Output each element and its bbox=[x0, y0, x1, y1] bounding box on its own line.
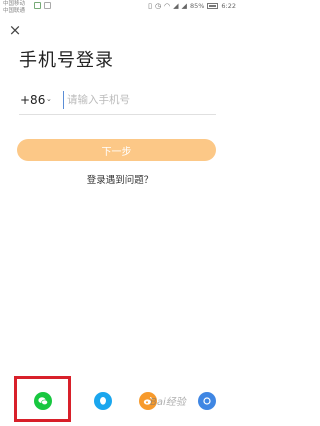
vibrate-icon: ▯ bbox=[148, 2, 152, 10]
page-title: 手机号登录 bbox=[19, 50, 114, 71]
clock: 6:22 bbox=[221, 2, 236, 10]
login-help-link[interactable]: 登录遇到问题？ bbox=[0, 172, 240, 186]
highlight-box bbox=[14, 376, 71, 422]
notification-icons bbox=[34, 2, 51, 9]
qq-login-button[interactable] bbox=[86, 384, 120, 418]
signal-icon-2: ◢ bbox=[181, 2, 187, 10]
phone-input-row: +86 ⌄ bbox=[19, 88, 217, 115]
more-login-button[interactable] bbox=[190, 384, 224, 418]
battery-percent: 85% bbox=[189, 2, 205, 10]
watermark: Bai经验 bbox=[150, 397, 186, 408]
battery-icon bbox=[207, 3, 219, 9]
carrier-2: 中国联通 bbox=[3, 8, 26, 14]
carrier-1: 中国移动 bbox=[3, 1, 26, 7]
chevron-down-icon[interactable]: ⌄ bbox=[46, 95, 52, 103]
phone-input[interactable] bbox=[63, 91, 217, 109]
status-bar: 中国移动 中国联通 ▯ ◷ ◠ ◢ ◢ 85% 6:22 bbox=[0, 0, 240, 16]
wechat-notification-icon bbox=[34, 2, 41, 9]
country-code-selector[interactable]: +86 bbox=[20, 93, 45, 107]
close-icon[interactable]: × bbox=[7, 22, 23, 38]
qq-icon bbox=[94, 392, 112, 410]
more-login-icon bbox=[198, 392, 216, 410]
signal-icon: ◢ bbox=[173, 2, 179, 10]
wifi-icon: ◠ bbox=[164, 2, 171, 10]
carrier-labels: 中国移动 中国联通 bbox=[3, 1, 25, 15]
alarm-icon: ◷ bbox=[154, 2, 162, 10]
status-indicators: ▯ ◷ ◠ ◢ ◢ 85% 6:22 bbox=[148, 2, 236, 10]
next-button[interactable]: 下一步 bbox=[17, 139, 216, 161]
app-notification-icon bbox=[44, 2, 51, 9]
